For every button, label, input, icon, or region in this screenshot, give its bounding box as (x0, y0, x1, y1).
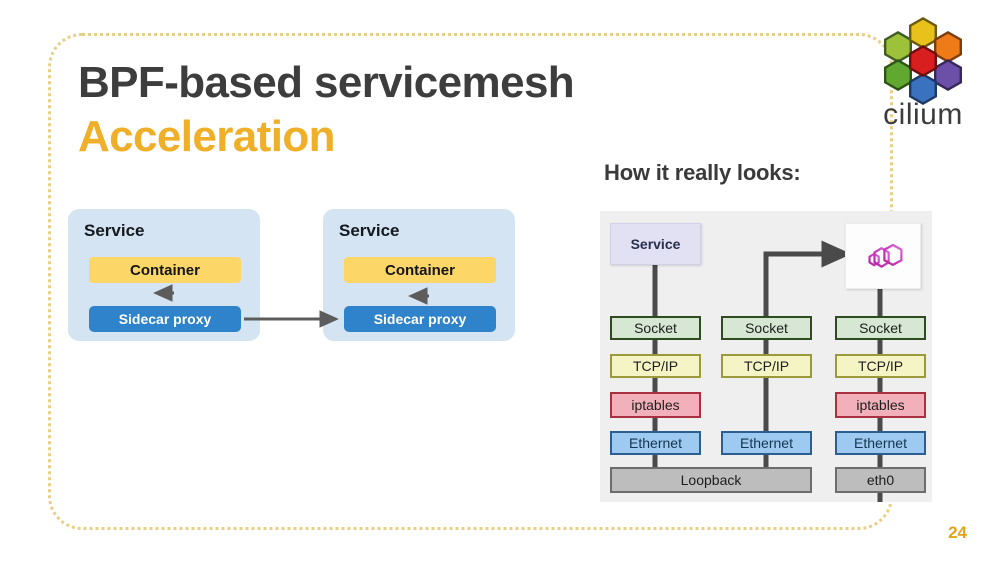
cilium-hexagon-cluster (877, 14, 969, 105)
ethernet-box-col3: Ethernet (835, 431, 926, 455)
page-number: 24 (948, 523, 967, 542)
title-line-primary: BPF-based servicemesh (78, 58, 575, 107)
network-stack-diagram: Service Socket Socket Socket TCP/IP TCP/… (600, 211, 932, 502)
eth0-box: eth0 (835, 467, 926, 493)
stack-service-box: Service (610, 223, 701, 265)
iptables-box-col1: iptables (610, 392, 701, 418)
iptables-box-col3: iptables (835, 392, 926, 418)
socket-box-col3: Socket (835, 316, 926, 340)
hex-top-right-icon (934, 31, 962, 63)
tcpip-box-col1: TCP/IP (610, 354, 701, 378)
right-section-heading: How it really looks: (604, 160, 801, 185)
socket-box-col1: Socket (610, 316, 701, 340)
hex-center-icon (909, 45, 937, 77)
sidecar-mesh-diagram: Service Container Sidecar proxy Service … (68, 209, 528, 347)
slide-canvas: BPF-based servicemesh Acceleration ciliu… (0, 0, 1000, 561)
sidecar-diagram-connectors (153, 284, 429, 328)
envoy-box (845, 223, 921, 289)
hex-bottom-right-icon (934, 59, 962, 91)
socket-box-col2: Socket (721, 316, 812, 340)
ethernet-box-col2: Ethernet (721, 431, 812, 455)
cilium-logo: cilium (868, 14, 978, 131)
title-line-accent: Acceleration (78, 112, 336, 161)
envoy-hexagon-icon (868, 243, 903, 268)
page-title: BPF-based servicemesh Acceleration (78, 56, 698, 164)
tcpip-box-col3: TCP/IP (835, 354, 926, 378)
hex-bottom-left-icon (884, 59, 912, 91)
hex-top-icon (909, 17, 937, 49)
ethernet-box-col1: Ethernet (610, 431, 701, 455)
hex-top-left-icon (884, 31, 912, 63)
loopback-box: Loopback (610, 467, 812, 493)
tcpip-box-col2: TCP/IP (721, 354, 812, 378)
